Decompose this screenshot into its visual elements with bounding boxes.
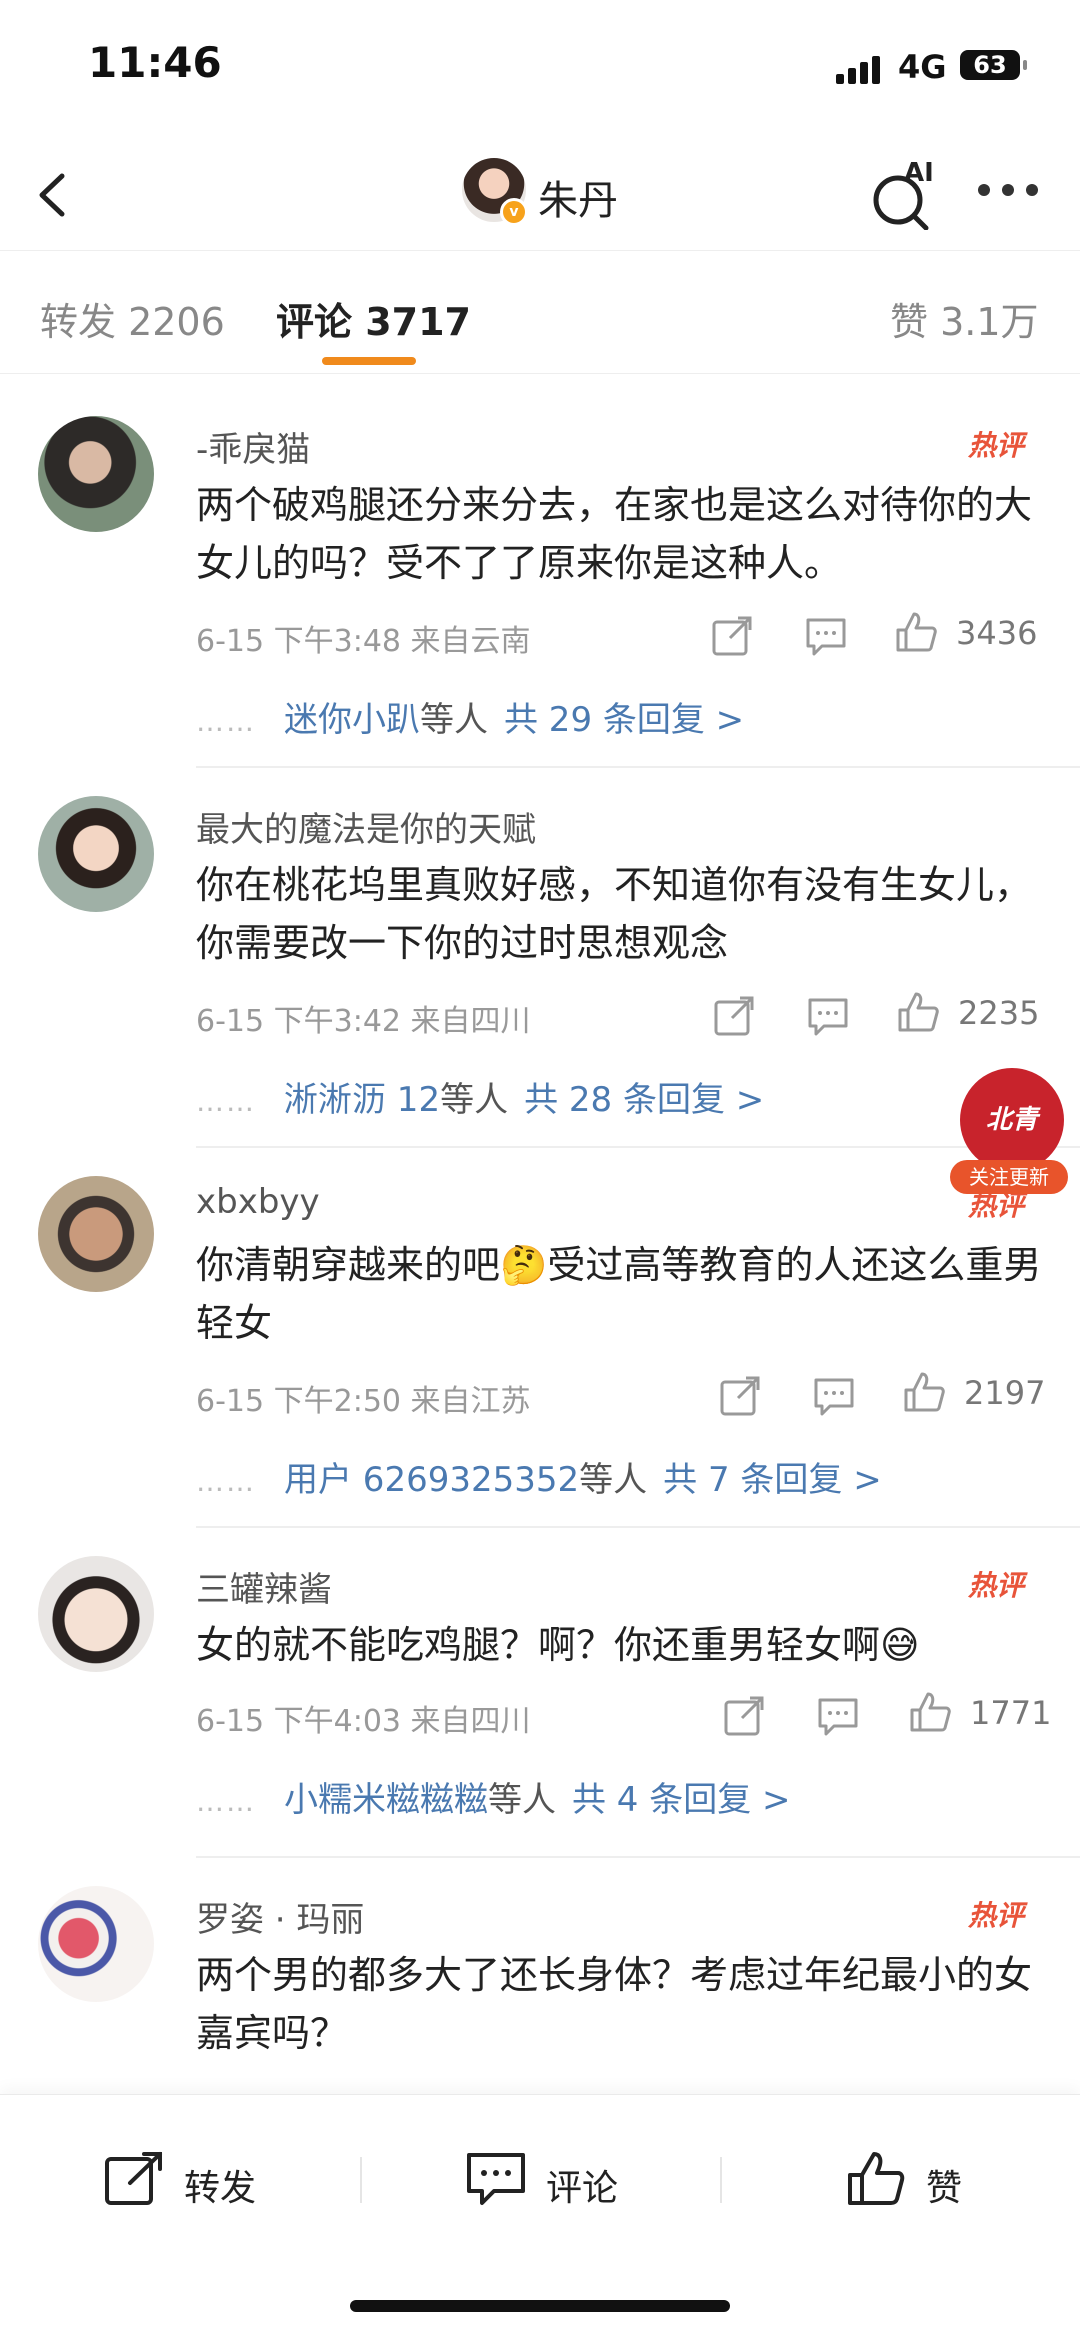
- tab-comments[interactable]: 评论 3717: [276, 291, 471, 346]
- commenter-avatar[interactable]: [38, 796, 154, 912]
- commenter-avatar[interactable]: [38, 1886, 154, 2002]
- comment-meta: 6-15 下午4:03 来自四川: [196, 1704, 531, 1739]
- reply-summary[interactable]: …… 小糯米糍糍糍等人共 4 条回复 >: [196, 1772, 791, 1821]
- tab-bar: 转发 2206 评论 3717 赞 3.1万: [0, 250, 1080, 374]
- hot-comment-badge: 热评: [968, 429, 1025, 462]
- commenter-name[interactable]: xbxbyy: [196, 1182, 320, 1222]
- reply-total[interactable]: 共 7 条回复 >: [663, 1460, 882, 1500]
- comment-text: 女的就不能吃鸡腿？啊？你还重男轻女啊😅: [196, 1623, 920, 1667]
- repost-label: 转发: [184, 2168, 257, 2209]
- reply-mid: 等人: [420, 700, 488, 740]
- back-arrow-icon[interactable]: [30, 170, 80, 220]
- signal-icon: [836, 54, 884, 84]
- comment-icon[interactable]: [812, 1374, 856, 1418]
- like-count: 1771: [970, 1694, 1052, 1732]
- home-indicator: [350, 2300, 730, 2312]
- comment-icon[interactable]: [816, 1694, 860, 1738]
- hot-comment-badge: 热评: [968, 1569, 1025, 1602]
- comment-text: 你清朝穿越来的吧🤔受过高等教育的人还这么重男轻女: [196, 1243, 1042, 1345]
- reply-names[interactable]: 小糯米糍糍糍: [284, 1780, 488, 1820]
- like-button[interactable]: 赞: [846, 2151, 986, 2211]
- like-icon[interactable]: [902, 1370, 946, 1414]
- reply-dots: ……: [196, 1465, 256, 1498]
- reply-names[interactable]: 用户 6269325352: [284, 1460, 579, 1500]
- battery-icon: 63: [960, 50, 1027, 80]
- reply-names[interactable]: 淅淅沥 12: [284, 1080, 440, 1120]
- like-label: 赞: [926, 2168, 963, 2209]
- reply-mid: 等人: [488, 1780, 556, 1820]
- comment-meta: 6-15 下午3:48 来自云南: [196, 624, 531, 659]
- like-icon[interactable]: [894, 610, 938, 654]
- divider: [196, 1146, 1080, 1148]
- reply-total[interactable]: 共 28 条回复 >: [524, 1080, 764, 1120]
- network-label: 4G: [898, 48, 947, 86]
- tab-active-indicator: [322, 357, 416, 365]
- comment-meta: 6-15 下午3:42 来自四川: [196, 1004, 531, 1039]
- commenter-name[interactable]: 罗姿 · 玛丽: [196, 1892, 364, 1941]
- comment-text: 两个破鸡腿还分来分去，在家也是这么对待你的大女儿的吗？受不了了原来你是这种人。: [196, 483, 1033, 585]
- status-time: 11:46: [88, 38, 222, 87]
- commenter-name[interactable]: -乖戾猫: [196, 422, 310, 471]
- comment-icon[interactable]: [806, 994, 850, 1038]
- tab-repost[interactable]: 转发 2206: [40, 291, 225, 346]
- like-icon[interactable]: [908, 1690, 952, 1734]
- reply-total[interactable]: 共 4 条回复 >: [572, 1780, 791, 1820]
- like-icon[interactable]: [896, 990, 940, 1034]
- reply-dots: ……: [196, 705, 256, 738]
- reply-summary[interactable]: …… 淅淅沥 12等人共 28 条回复 >: [196, 1072, 764, 1121]
- reply-dots: ……: [196, 1785, 256, 1818]
- like-count: 2197: [964, 1374, 1046, 1412]
- reply-summary[interactable]: …… 迷你小趴等人共 29 条回复 >: [196, 692, 744, 741]
- reply-names[interactable]: 迷你小趴: [284, 700, 420, 740]
- reply-mid: 等人: [579, 1460, 648, 1500]
- comment-button[interactable]: 评论: [466, 2151, 636, 2211]
- commenter-avatar[interactable]: [38, 1556, 154, 1672]
- reply-total[interactable]: 共 29 条回复 >: [504, 700, 744, 740]
- separator: [720, 2157, 722, 2203]
- page-header: v 朱丹 AI: [0, 140, 1080, 250]
- divider: [196, 1526, 1080, 1528]
- comment-icon[interactable]: [804, 614, 848, 658]
- commenter-avatar[interactable]: [38, 1176, 154, 1292]
- like-icon: [848, 2152, 905, 2205]
- commenter-name[interactable]: 三罐辣酱: [196, 1562, 332, 1611]
- repost-button[interactable]: 转发: [104, 2151, 274, 2211]
- repost-icon: [105, 2152, 162, 2205]
- share-icon[interactable]: [722, 1694, 766, 1738]
- comment-text: 你在桃花坞里真败好感，不知道你有没有生女儿，你需要改一下你的过时思想观念: [196, 863, 1033, 965]
- follow-update-label[interactable]: 关注更新: [950, 1160, 1068, 1194]
- commenter-name[interactable]: 最大的魔法是你的天赋: [196, 802, 536, 851]
- share-icon[interactable]: [712, 994, 756, 1038]
- like-count: 3436: [956, 614, 1038, 652]
- status-bar: 11:46 4G 63: [0, 0, 1080, 140]
- reply-dots: ……: [196, 1085, 256, 1118]
- share-icon[interactable]: [718, 1374, 762, 1418]
- separator: [360, 2157, 362, 2203]
- reply-summary[interactable]: …… 用户 6269325352等人共 7 条回复 >: [196, 1452, 882, 1501]
- ai-label: AI: [904, 158, 934, 188]
- comment-icon: [467, 2153, 525, 2205]
- tab-likes[interactable]: 赞 3.1万: [890, 291, 1039, 346]
- comment-label: 评论: [546, 2168, 619, 2209]
- comment-meta: 6-15 下午2:50 来自江苏: [196, 1384, 531, 1419]
- more-icon[interactable]: [978, 184, 1040, 200]
- share-icon[interactable]: [710, 614, 754, 658]
- commenter-avatar[interactable]: [38, 416, 154, 532]
- news-logo: 北青: [960, 1068, 1064, 1172]
- verified-badge-icon: v: [500, 198, 528, 226]
- page-title[interactable]: 朱丹: [538, 168, 618, 226]
- comment-text: 两个男的都多大了还长身体？考虑过年纪最小的女嘉宾吗？: [196, 1953, 1033, 2055]
- like-count: 2235: [958, 994, 1040, 1032]
- floating-follow-badge[interactable]: 北青 关注更新: [950, 1068, 1080, 1196]
- reply-mid: 等人: [440, 1080, 509, 1120]
- divider: [196, 766, 1080, 768]
- hot-comment-badge: 热评: [968, 1899, 1025, 1932]
- divider: [196, 1856, 1080, 1858]
